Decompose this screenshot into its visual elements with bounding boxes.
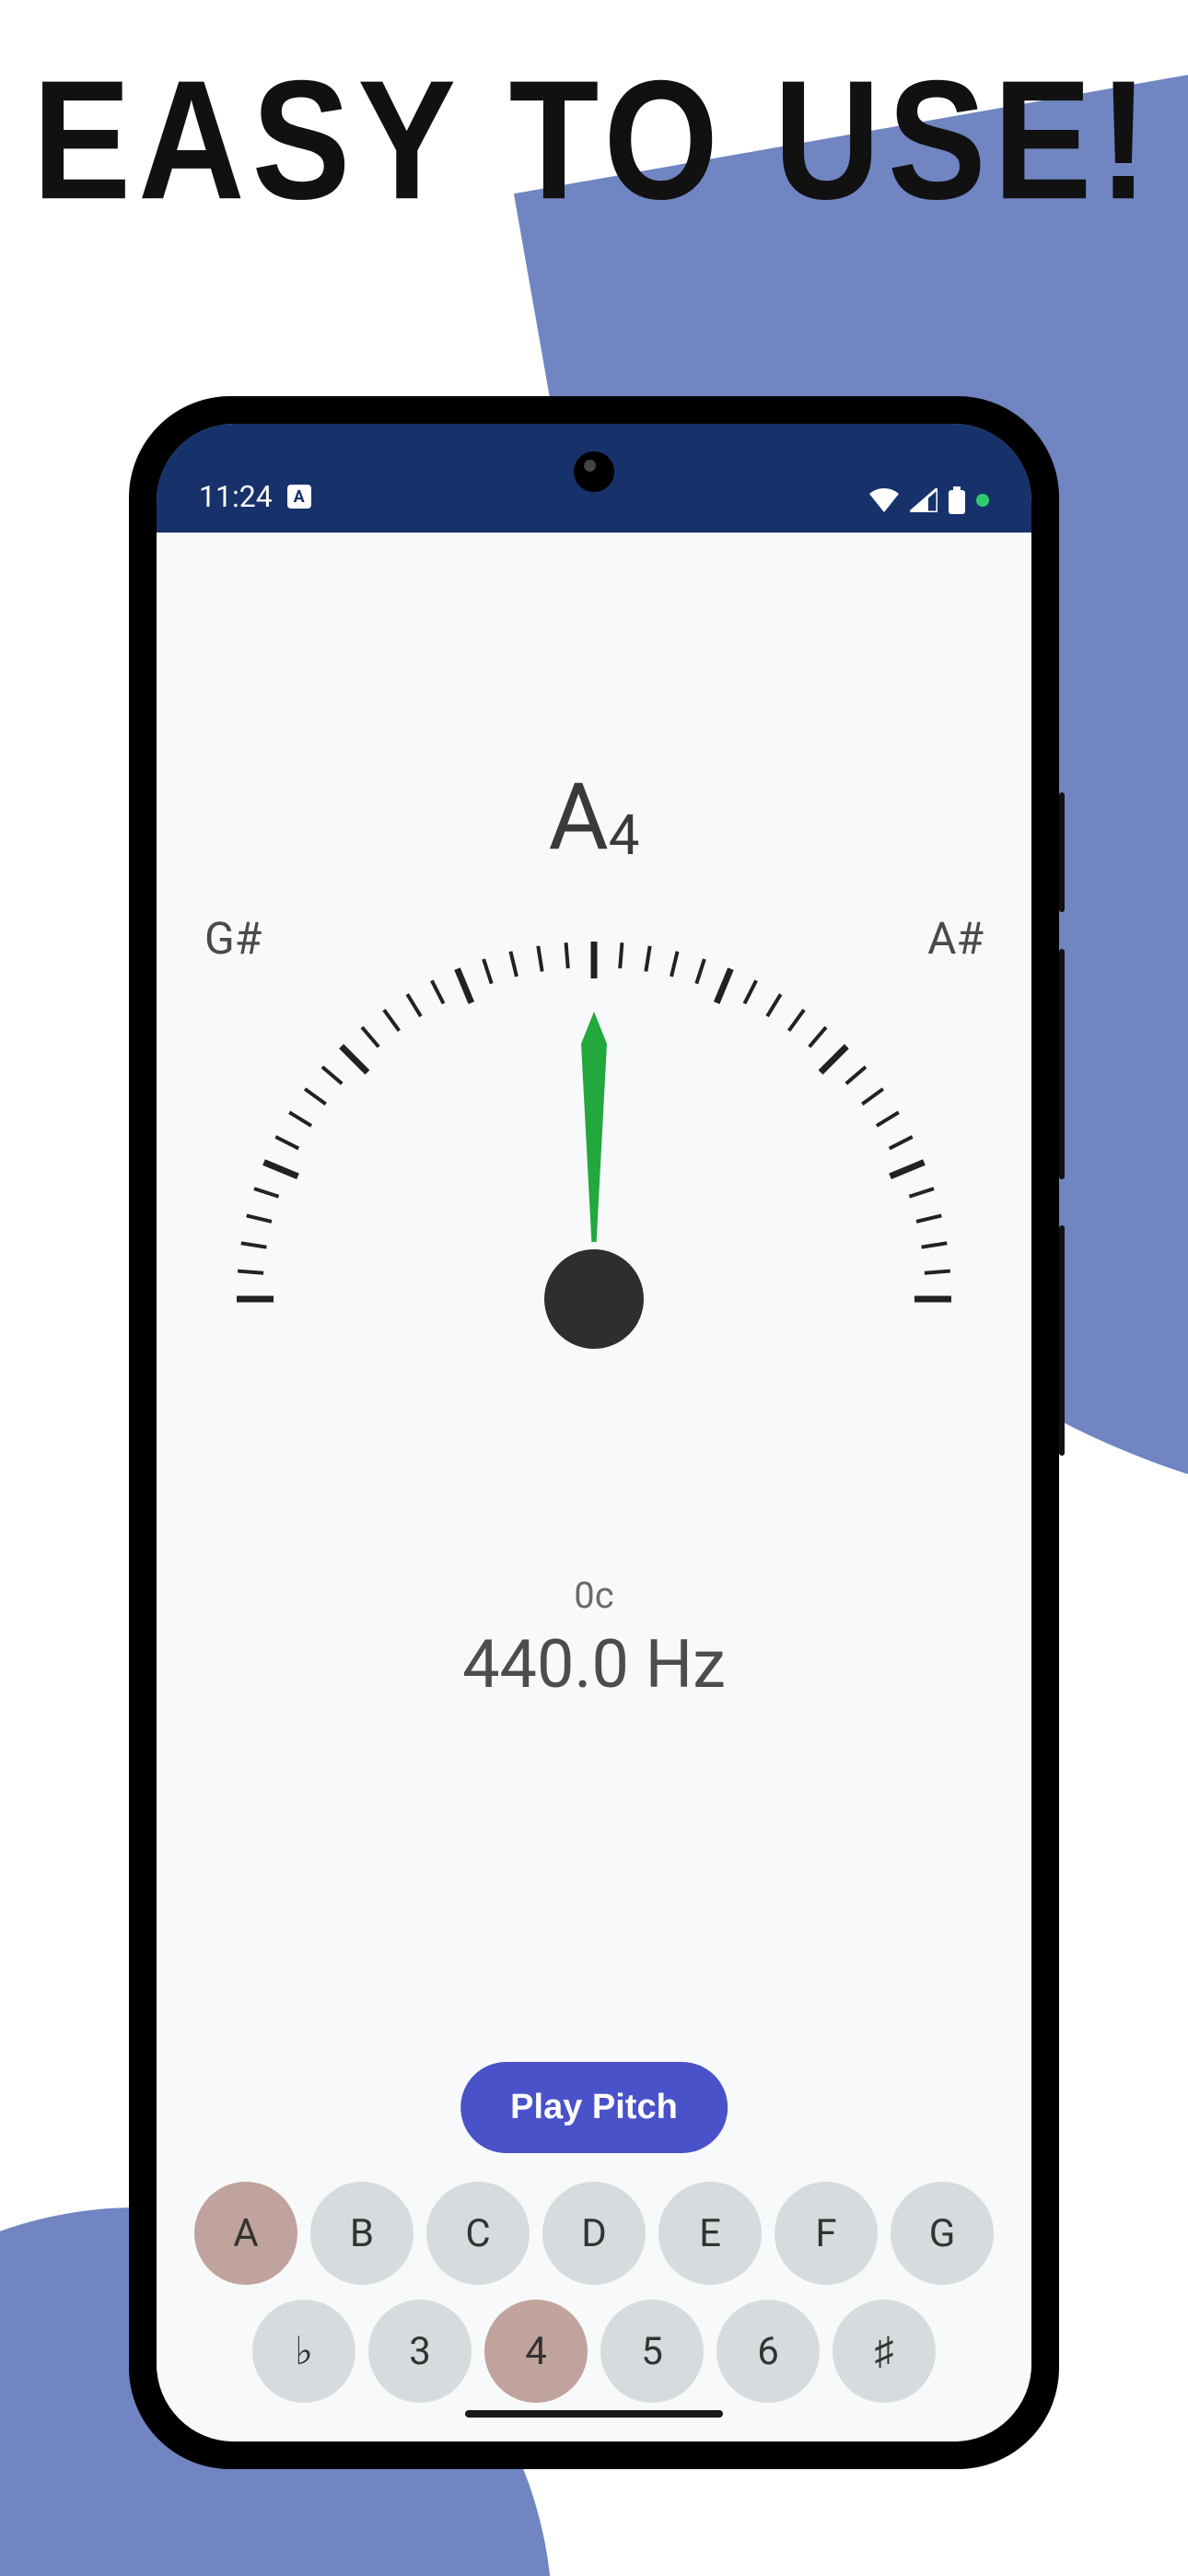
android-nav-handle[interactable] xyxy=(465,2410,723,2418)
phone-side-button xyxy=(1059,792,1065,912)
note-chip-C[interactable]: C xyxy=(426,2182,530,2285)
octave-chip-3[interactable]: 3 xyxy=(368,2300,472,2403)
battery-icon xyxy=(949,486,965,514)
status-time: 11:24 xyxy=(199,479,273,514)
phone-side-button xyxy=(1059,949,1065,1179)
tuner-hub xyxy=(544,1249,644,1349)
privacy-dot-icon xyxy=(976,494,989,507)
note-chip-E[interactable]: E xyxy=(658,2182,762,2285)
phone-side-button xyxy=(1059,1225,1065,1456)
camera-punch-hole xyxy=(574,451,614,492)
octave-chip-♭[interactable]: ♭ xyxy=(252,2300,355,2403)
frequency-readout: 440.0 Hz xyxy=(157,1625,1031,1704)
octave-chip-6[interactable]: 6 xyxy=(716,2300,820,2403)
detected-note: A4 xyxy=(549,772,640,864)
note-chip-A[interactable]: A xyxy=(194,2182,297,2285)
wifi-icon xyxy=(869,488,899,512)
headline: EASY TO USE! xyxy=(0,42,1188,238)
octave-chip-5[interactable]: 5 xyxy=(600,2300,704,2403)
note-octave: 4 xyxy=(609,802,640,868)
note-chip-G[interactable]: G xyxy=(891,2182,994,2285)
octave-selector-row: ♭3456♯ xyxy=(157,2300,1031,2403)
note-selector-row: ABCDEFG xyxy=(157,2182,1031,2285)
octave-chip-♯[interactable]: ♯ xyxy=(833,2300,936,2403)
keyboard-icon: A xyxy=(287,485,311,509)
signal-icon xyxy=(910,488,938,512)
note-chip-F[interactable]: F xyxy=(775,2182,878,2285)
note-chip-D[interactable]: D xyxy=(542,2182,646,2285)
phone-screen: 11:24 A G# xyxy=(157,424,1031,2441)
octave-chip-4[interactable]: 4 xyxy=(484,2300,588,2403)
cents-readout: 0c xyxy=(157,1574,1031,1617)
note-chip-B[interactable]: B xyxy=(310,2182,413,2285)
phone-frame: 11:24 A G# xyxy=(129,396,1059,2469)
note-letter: A xyxy=(549,764,609,872)
tuner-gauge xyxy=(189,883,999,1362)
tuner-app: G# A# A4 0c 440.0 Hz xyxy=(157,533,1031,2441)
play-pitch-button[interactable]: Play Pitch xyxy=(460,2062,728,2153)
